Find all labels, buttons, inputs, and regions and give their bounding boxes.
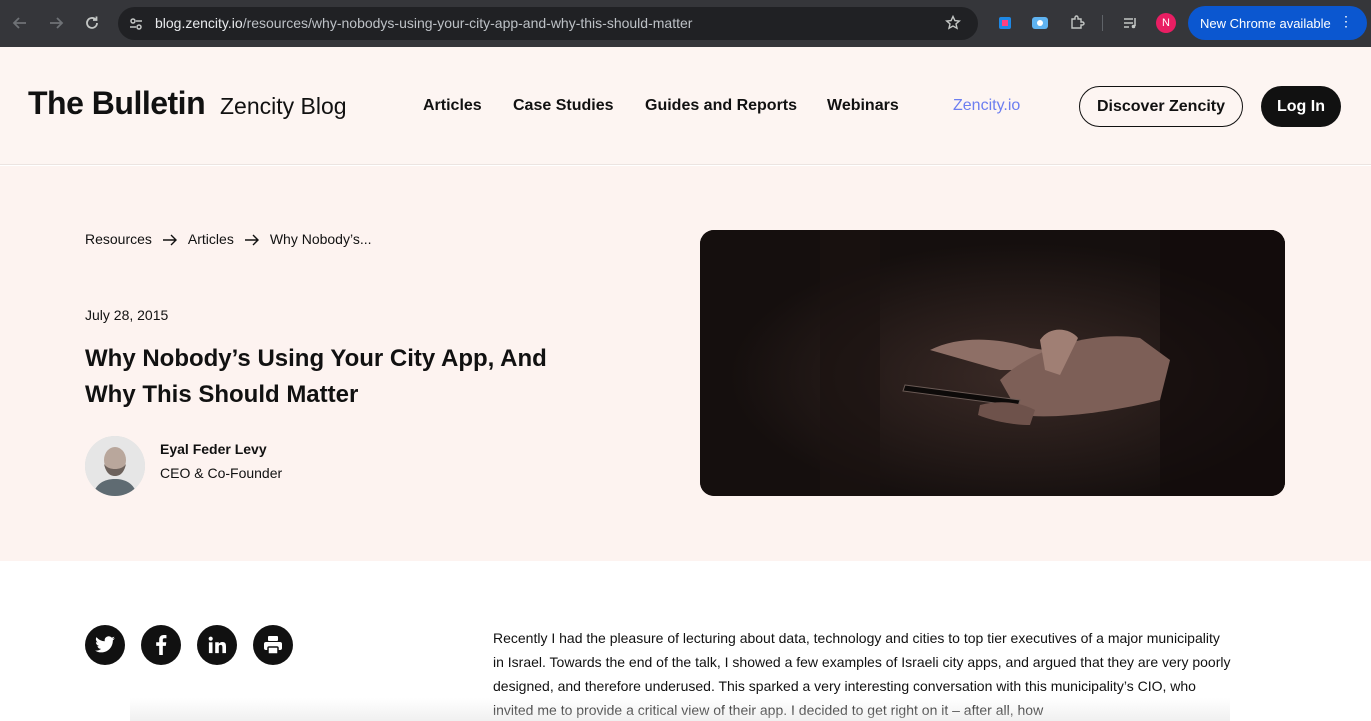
update-chrome-button[interactable]: New Chrome available ⋮: [1188, 6, 1367, 40]
nav-case-studies[interactable]: Case Studies: [513, 97, 613, 115]
print-icon[interactable]: [253, 625, 293, 665]
post-date: July 28, 2015: [85, 307, 169, 323]
facebook-icon[interactable]: [141, 625, 181, 665]
article-hero: Resources Articles Why Nobody’s... July …: [0, 166, 1371, 561]
site-info-icon[interactable]: [128, 16, 144, 37]
hero-image: [700, 230, 1285, 496]
address-bar[interactable]: blog.zencity.io/resources/why-nobodys-us…: [118, 7, 978, 40]
breadcrumb: Resources Articles Why Nobody’s...: [85, 231, 372, 247]
discover-zencity-button[interactable]: Discover Zencity: [1079, 86, 1243, 127]
arrow-right-icon: [162, 233, 178, 246]
nav-zencity-link[interactable]: Zencity.io: [953, 97, 1020, 115]
author-name[interactable]: Eyal Feder Levy: [160, 441, 267, 457]
forward-icon[interactable]: [45, 12, 67, 34]
extension-icon[interactable]: [995, 13, 1015, 33]
breadcrumb-current: Why Nobody’s...: [269, 231, 372, 247]
twitter-icon[interactable]: [85, 625, 125, 665]
nav-articles[interactable]: Articles: [423, 97, 482, 115]
back-icon[interactable]: [9, 12, 31, 34]
screenshot-extension-icon[interactable]: [1030, 13, 1050, 33]
login-button[interactable]: Log In: [1261, 86, 1341, 127]
author-avatar: [85, 436, 145, 496]
toolbar-divider: [1102, 15, 1103, 31]
post-title: Why Nobody’s Using Your City App, And Wh…: [85, 345, 547, 408]
brand-title[interactable]: The Bulletin: [28, 85, 206, 122]
profile-avatar[interactable]: N: [1156, 13, 1176, 33]
update-label: New Chrome available: [1200, 15, 1331, 31]
url-text[interactable]: blog.zencity.io/resources/why-nobodys-us…: [155, 15, 692, 31]
more-menu-icon[interactable]: ⋮: [1339, 14, 1353, 28]
reload-icon[interactable]: [81, 12, 103, 34]
breadcrumb-articles[interactable]: Articles: [188, 231, 234, 247]
star-icon[interactable]: [945, 14, 961, 36]
media-icon[interactable]: [1120, 13, 1140, 33]
nav-guides-reports[interactable]: Guides and Reports: [645, 97, 797, 115]
arrow-right-icon: [244, 233, 260, 246]
puzzle-icon[interactable]: [1067, 13, 1087, 33]
site-header: The Bulletin Zencity Blog Articles Case …: [0, 47, 1371, 165]
browser-toolbar: blog.zencity.io/resources/why-nobodys-us…: [0, 0, 1371, 47]
scroll-shadow: [130, 698, 1230, 721]
nav-webinars[interactable]: Webinars: [827, 97, 899, 115]
linkedin-icon[interactable]: [197, 625, 237, 665]
author-role: CEO & Co-Founder: [160, 465, 283, 481]
brand-subtitle[interactable]: Zencity Blog: [220, 93, 347, 120]
breadcrumb-resources[interactable]: Resources: [85, 231, 152, 247]
